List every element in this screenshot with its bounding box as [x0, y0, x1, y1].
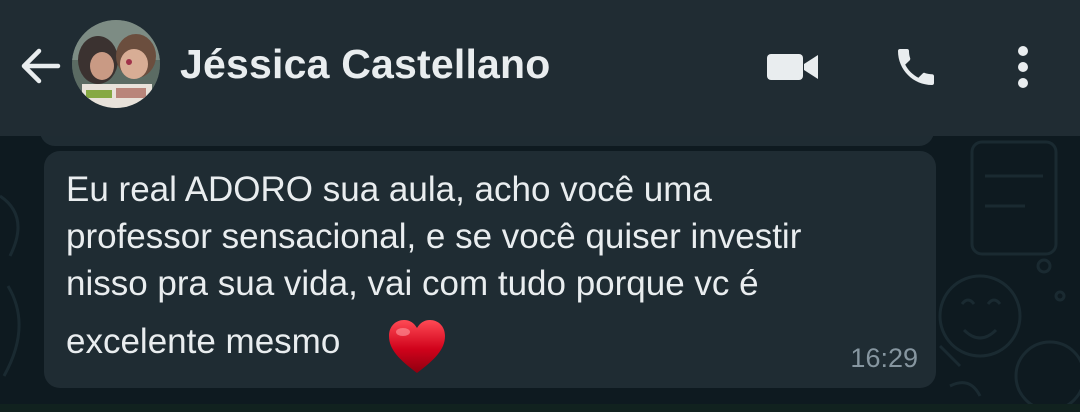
more-options-button[interactable] [998, 36, 1048, 98]
chat-header: Jéssica Castellano [0, 0, 1080, 136]
more-vertical-icon [1018, 46, 1028, 88]
message-timestamp: 16:29 [850, 343, 918, 373]
input-bar-edge [0, 404, 1080, 412]
chat-screen: Jéssica Castellano Eu real ADORO sua aul… [0, 0, 1080, 412]
chat-area[interactable]: Eu real ADORO sua aula, acho você uma pr… [0, 136, 1080, 412]
phone-icon [898, 49, 934, 85]
contact-avatar[interactable] [72, 20, 160, 108]
message-bubble[interactable]: Eu real ADORO sua aula, acho você uma pr… [44, 151, 936, 388]
video-call-button[interactable] [760, 40, 826, 94]
message-text-line: nisso pra sua vida, vai com tudo porque … [66, 264, 759, 303]
message-text-line: professor sensacional, e se você quiser … [66, 217, 802, 256]
arrow-left-icon [21, 48, 61, 84]
back-button[interactable] [14, 40, 66, 92]
red-heart-icon [389, 320, 445, 373]
voice-call-button[interactable] [888, 40, 944, 94]
contact-name[interactable]: Jéssica Castellano [180, 41, 551, 88]
previous-message-bubble [40, 136, 934, 146]
message-text-line: Eu real ADORO sua aula, acho você uma [66, 170, 712, 209]
message-text-line: excelente mesmo [66, 322, 341, 361]
video-camera-icon [767, 54, 818, 80]
avatar-photo [72, 20, 160, 108]
